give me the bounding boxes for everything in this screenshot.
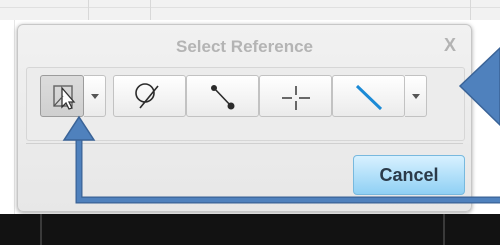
pointer-arrow-icon [76, 137, 500, 203]
pointer-arrow-icon [75, 137, 500, 204]
annotation-overlay [62, 46, 500, 204]
pointer-arrowhead-icon [62, 115, 96, 141]
callout-arrow-shape [458, 46, 500, 127]
